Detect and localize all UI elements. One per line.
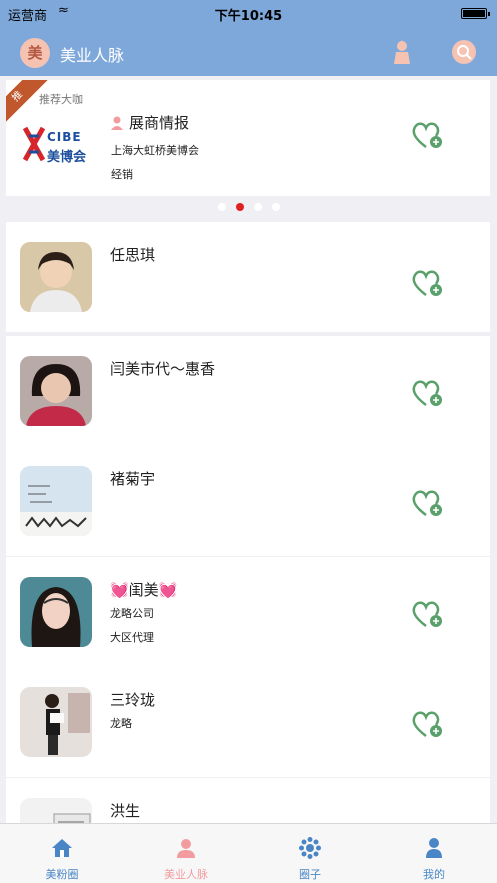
- follow-heart-icon[interactable]: [412, 599, 444, 629]
- cibe-logo-cn: 美博会: [47, 150, 87, 165]
- battery-icon: [461, 8, 490, 19]
- featured-tag: 推荐大咖: [39, 93, 83, 106]
- avatar: [20, 466, 92, 536]
- contact-card[interactable]: 三玲珑 龙略: [6, 667, 490, 777]
- contact-name: 任思琪: [110, 246, 156, 264]
- avatar: [20, 356, 92, 426]
- avatar: [20, 687, 92, 757]
- nav-bar: 美 美业人脉: [0, 26, 497, 76]
- search-icon[interactable]: [450, 38, 478, 66]
- contact-card[interactable]: 💓闺美💓 龙略公司 大区代理: [6, 557, 490, 667]
- status-bar: 运营商 ≈ 下午10:45: [0, 0, 497, 26]
- contact-name: 💓闺美💓: [110, 581, 178, 599]
- status-time: 下午10:45: [214, 9, 283, 24]
- carousel-dot[interactable]: [271, 203, 280, 211]
- tab-bar: 美粉圈 美业人脉 圈子 我的: [0, 823, 497, 883]
- carousel-dot[interactable]: [253, 203, 262, 211]
- follow-heart-icon[interactable]: [412, 709, 444, 739]
- featured-company: 上海大虹桥美博会: [111, 144, 199, 157]
- home-icon: [52, 839, 72, 857]
- carousel-dot[interactable]: [217, 203, 226, 211]
- follow-heart-icon[interactable]: [412, 378, 444, 408]
- featured-name: 展商情报: [129, 114, 190, 132]
- tab-home[interactable]: 美粉圈: [0, 824, 124, 883]
- contact-company: 龙略公司: [110, 607, 154, 620]
- featured-card[interactable]: 推 推荐大咖 CIBE 美博会 展商情报 上海大虹桥美博会 经销: [6, 80, 490, 196]
- contact-name: 闫美市代～惠香: [110, 360, 216, 378]
- contact-card[interactable]: 闫美市代～惠香: [6, 336, 490, 446]
- contact-role: 大区代理: [110, 631, 154, 644]
- contacts-icon: [177, 839, 195, 858]
- circle-icon: [299, 837, 321, 859]
- tab-circle[interactable]: 圈子: [248, 824, 372, 883]
- app-logo[interactable]: 美: [20, 38, 50, 68]
- follow-heart-icon[interactable]: [412, 120, 444, 150]
- person-icon: [111, 116, 123, 130]
- contact-name: 洪生: [110, 802, 141, 820]
- contact-name: 褚菊宇: [110, 470, 156, 488]
- contact-card[interactable]: 任思琪: [6, 222, 490, 332]
- carousel-dot-active[interactable]: [235, 203, 244, 211]
- ranking-icon[interactable]: [388, 38, 416, 66]
- cibe-logo-text: CIBE: [47, 130, 82, 144]
- tab-label: 美粉圈: [45, 868, 79, 881]
- follow-heart-icon[interactable]: [412, 488, 444, 518]
- contact-company: 龙略: [110, 717, 132, 730]
- contact-card[interactable]: 褚菊宇: [6, 446, 490, 556]
- avatar: [20, 577, 92, 647]
- tab-label: 圈子: [299, 868, 321, 881]
- tab-network[interactable]: 美业人脉: [124, 824, 248, 883]
- tab-label: 美业人脉: [164, 868, 208, 881]
- tab-label: 我的: [423, 868, 445, 881]
- avatar: [20, 242, 92, 312]
- carousel-pagination[interactable]: [0, 196, 497, 211]
- page-title: 美业人脉: [60, 46, 125, 65]
- featured-role: 经销: [111, 168, 133, 181]
- user-icon: [426, 838, 442, 858]
- tab-me[interactable]: 我的: [372, 824, 496, 883]
- contact-name: 三玲珑: [110, 691, 156, 709]
- follow-heart-icon[interactable]: [412, 268, 444, 298]
